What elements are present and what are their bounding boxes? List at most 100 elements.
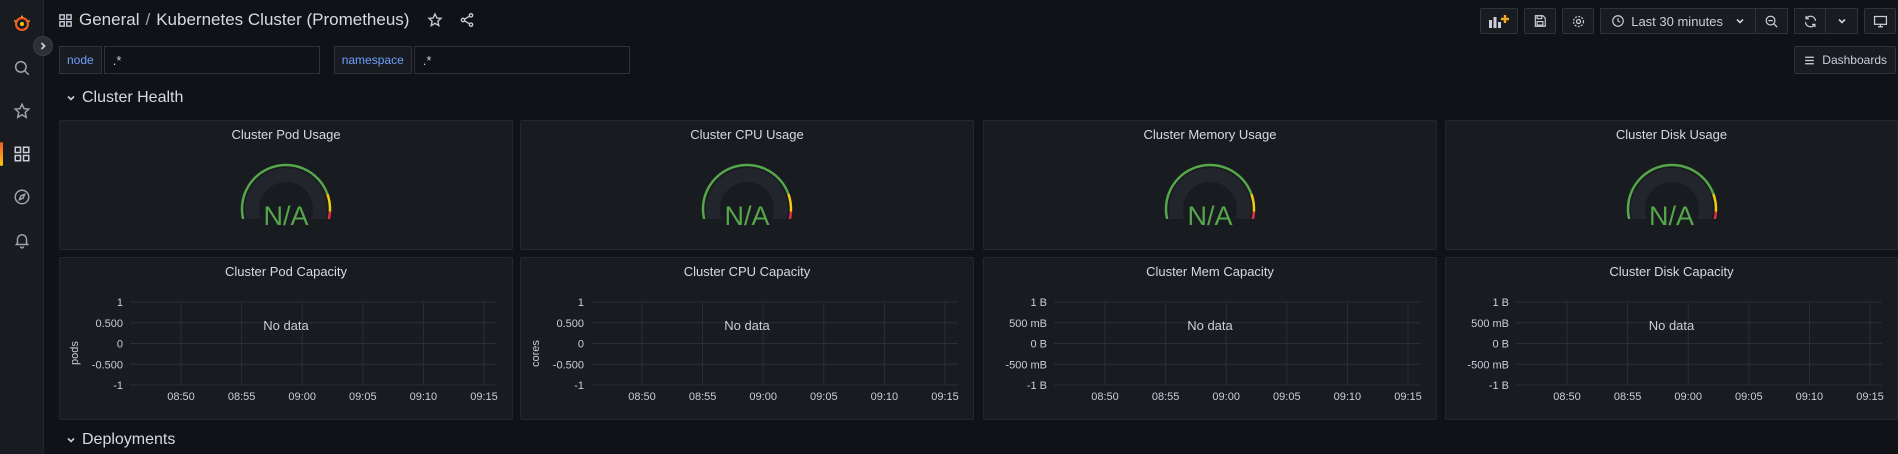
panel-title[interactable]: Cluster CPU Usage	[521, 127, 973, 142]
panel-title[interactable]: Cluster Memory Usage	[984, 127, 1436, 142]
dashboards-button[interactable]: Dashboards	[1794, 46, 1896, 74]
chevron-down-icon	[66, 93, 76, 103]
time-range-label: Last 30 minutes	[1631, 13, 1723, 29]
dashboards-icon[interactable]	[0, 134, 44, 174]
variable-node-input[interactable]: .*	[103, 46, 320, 74]
y-tick-label: 0	[117, 339, 123, 351]
refresh-button[interactable]	[1794, 8, 1826, 34]
x-tick-label: 08:55	[689, 391, 717, 403]
graph-plot: 10.5000-0.500-108:50 08:55 09:00 09:05 09:10…	[553, 297, 959, 403]
graph-plot: 1 B500 mB0 B-500 mB-1 B08:50 08:55 09:00 09…	[1467, 297, 1884, 403]
y-tick-label: 1	[578, 297, 584, 309]
graph-panel-mem-capacity: Cluster Mem Capacity 1 B 500 mB 0 B -500 mB…	[983, 257, 1437, 420]
y-axis-label: cores	[530, 340, 542, 367]
variable-namespace-input[interactable]: .*	[413, 46, 630, 74]
x-tick-label: 09:00	[288, 391, 316, 403]
alert-bell-icon[interactable]	[0, 220, 44, 260]
x-tick-label: 08:50	[167, 391, 195, 403]
x-tick-label: 09:15	[470, 391, 498, 403]
gauge-value: N/A	[1648, 201, 1694, 231]
zoom-out-button[interactable]	[1756, 8, 1788, 34]
time-range-picker[interactable]: Last 30 minutes	[1600, 8, 1756, 34]
y-tick-label: -1	[113, 380, 123, 392]
star-icon[interactable]	[0, 91, 44, 131]
y-tick-label: 0 B	[1492, 339, 1509, 351]
variable-node: node .*	[59, 46, 320, 74]
variable-namespace-label: namespace	[333, 46, 412, 74]
clock-icon	[1611, 14, 1625, 28]
variable-node-label: node	[59, 46, 102, 74]
dashboard-toolbar: Last 30 minutes	[1480, 8, 1898, 34]
no-data-message: No data	[724, 318, 770, 333]
dashboard-title[interactable]: Kubernetes Cluster (Prometheus)	[156, 10, 409, 30]
y-tick-label: -1 B	[1489, 380, 1509, 392]
explore-icon[interactable]	[0, 177, 44, 217]
tv-mode-button[interactable]	[1864, 8, 1896, 34]
refresh-icon	[1803, 14, 1818, 29]
y-tick-label: -1 B	[1027, 380, 1047, 392]
y-tick-label: -0.500	[92, 359, 123, 371]
panel-title[interactable]: Cluster Pod Usage	[60, 127, 512, 142]
gauge-panel-pod-usage: Cluster Pod Usage N/A	[59, 120, 513, 250]
y-tick-label: 0	[578, 339, 584, 351]
refresh-group	[1794, 8, 1858, 34]
breadcrumb: General / Kubernetes Cluster (Prometheus…	[58, 10, 475, 30]
star-outline-icon[interactable]	[427, 12, 444, 28]
breadcrumb-folder[interactable]: General	[79, 10, 139, 30]
tv-icon	[1873, 14, 1888, 29]
gauge-panel-disk-usage: Cluster Disk Usage N/A	[1445, 120, 1898, 250]
panel-title[interactable]: Cluster Disk Usage	[1446, 127, 1897, 142]
list-icon	[1803, 54, 1816, 67]
x-tick-label: 09:10	[871, 391, 899, 403]
gauge-value: N/A	[1187, 201, 1233, 231]
share-icon[interactable]	[459, 12, 475, 28]
dashboard-settings-button[interactable]	[1562, 8, 1595, 34]
graph-plot: 1 B500 mB0 B-500 mB-1 B08:50 08:55 09:00 09…	[1005, 297, 1422, 403]
save-icon	[1533, 14, 1547, 28]
x-tick-label: 09:15	[1856, 391, 1884, 403]
row-deployments[interactable]: Deployments	[66, 431, 175, 449]
row-title: Deployments	[82, 431, 176, 448]
gear-icon	[1571, 14, 1586, 29]
chevron-down-icon	[1837, 16, 1847, 26]
variables-bar: node .* namespace .*	[59, 46, 630, 74]
x-tick-label: 09:10	[1334, 391, 1362, 403]
x-tick-label: 08:50	[1553, 391, 1581, 403]
save-dashboard-button[interactable]	[1524, 8, 1557, 34]
x-tick-label: 09:00	[1674, 391, 1702, 403]
breadcrumb-separator: /	[145, 10, 151, 29]
row-cluster-health[interactable]: Cluster Health	[66, 89, 183, 107]
x-tick-label: 09:15	[1394, 391, 1422, 403]
y-tick-label: 1	[117, 297, 123, 309]
gauge-value: N/A	[263, 201, 309, 231]
y-axis-label: pods	[69, 341, 81, 365]
x-tick-label: 09:15	[931, 391, 959, 403]
dashboards-label: Dashboards	[1822, 53, 1887, 67]
x-tick-label: 09:05	[810, 391, 838, 403]
x-tick-label: 09:05	[349, 391, 377, 403]
side-menu	[0, 0, 44, 454]
x-tick-label: 08:55	[1614, 391, 1642, 403]
no-data-message: No data	[1648, 318, 1695, 333]
time-picker-group: Last 30 minutes	[1600, 8, 1788, 34]
chevron-down-icon	[1735, 16, 1745, 26]
chevron-right-icon[interactable]	[33, 36, 53, 56]
no-data-message: No data	[1187, 318, 1233, 333]
x-tick-label: 08:55	[1152, 391, 1180, 403]
y-tick-label: 1 B	[1030, 297, 1047, 309]
refresh-interval-dropdown[interactable]	[1826, 8, 1858, 34]
x-tick-label: 09:00	[1212, 391, 1240, 403]
grid-icon	[58, 13, 73, 28]
x-tick-label: 09:05	[1273, 391, 1301, 403]
graph-panel-cpu-capacity: Cluster CPU Capacity 1 0.500 0 -0.500 -1 08:5…	[520, 257, 974, 420]
add-panel-button[interactable]	[1480, 8, 1519, 34]
x-tick-label: 08:55	[228, 391, 256, 403]
y-tick-label: 0 B	[1030, 339, 1047, 351]
y-tick-label: -500 mB	[1005, 359, 1047, 371]
x-tick-label: 09:05	[1735, 391, 1763, 403]
y-tick-label: 1 B	[1492, 297, 1509, 309]
gauge-value: N/A	[724, 201, 770, 231]
add-panel-icon	[1488, 13, 1510, 29]
top-navbar: General / Kubernetes Cluster (Prometheus…	[44, 0, 1898, 42]
x-tick-label: 09:10	[410, 391, 438, 403]
